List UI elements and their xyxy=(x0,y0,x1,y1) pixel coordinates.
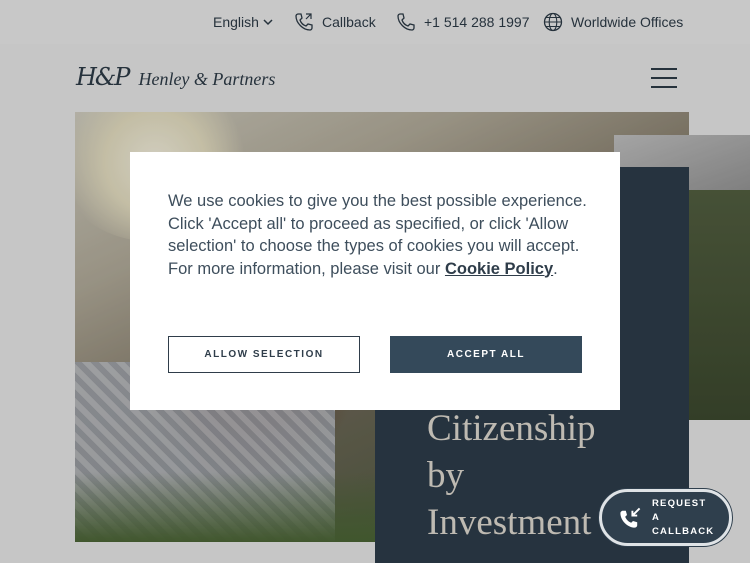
request-callback-label: REQUEST A CALLBACK xyxy=(652,497,715,537)
cookie-consent-dialog: We use cookies to give you the best poss… xyxy=(130,152,620,410)
cookie-policy-link[interactable]: Cookie Policy xyxy=(445,260,553,278)
phone-callback-icon xyxy=(620,507,641,528)
allow-selection-button[interactable]: ALLOW SELECTION xyxy=(168,336,360,373)
accept-all-button[interactable]: ACCEPT ALL xyxy=(390,336,582,373)
request-callback-button[interactable]: REQUEST A CALLBACK xyxy=(599,489,732,546)
cookie-message: We use cookies to give you the best poss… xyxy=(168,192,587,278)
